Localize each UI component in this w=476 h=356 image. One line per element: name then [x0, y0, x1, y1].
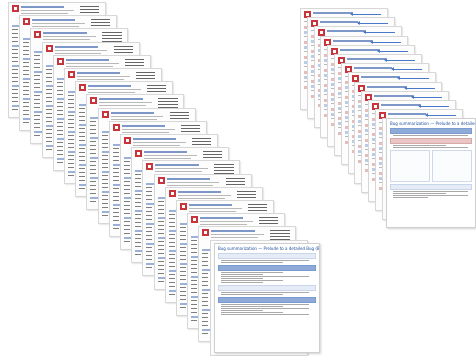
left-arrow-icon — [397, 76, 429, 81]
left-arrow-icon — [377, 48, 409, 53]
left-arrow-icon — [417, 104, 449, 108]
left-arrow-icon — [356, 21, 388, 26]
front-right-band-pink — [390, 138, 472, 144]
front-page-left-title: Bug summarization — Prelude to a detaile… — [218, 246, 320, 251]
left-arrow-icon — [424, 113, 456, 118]
left-arrow-icon — [411, 94, 443, 99]
front-left-band-blue-2 — [218, 297, 316, 303]
left-arrow-icon — [349, 12, 381, 16]
front-right-col-right — [432, 150, 472, 182]
front-page-right-title: Bug summarization — Prelude to a detaile… — [390, 121, 476, 126]
left-arrow-icon — [370, 39, 402, 44]
left-arrow-icon — [404, 85, 436, 90]
front-left-band-blue — [218, 265, 316, 271]
front-page-right: Bug summarization — Prelude to a detaile… — [386, 118, 476, 228]
front-right-col-left — [390, 150, 430, 182]
front-page-left: Bug summarization — Prelude to a detaile… — [214, 243, 320, 353]
front-left-band — [218, 253, 316, 259]
left-arrow-icon — [363, 30, 395, 35]
left-arrow-icon — [390, 67, 422, 72]
left-arrow-icon — [383, 58, 415, 62]
